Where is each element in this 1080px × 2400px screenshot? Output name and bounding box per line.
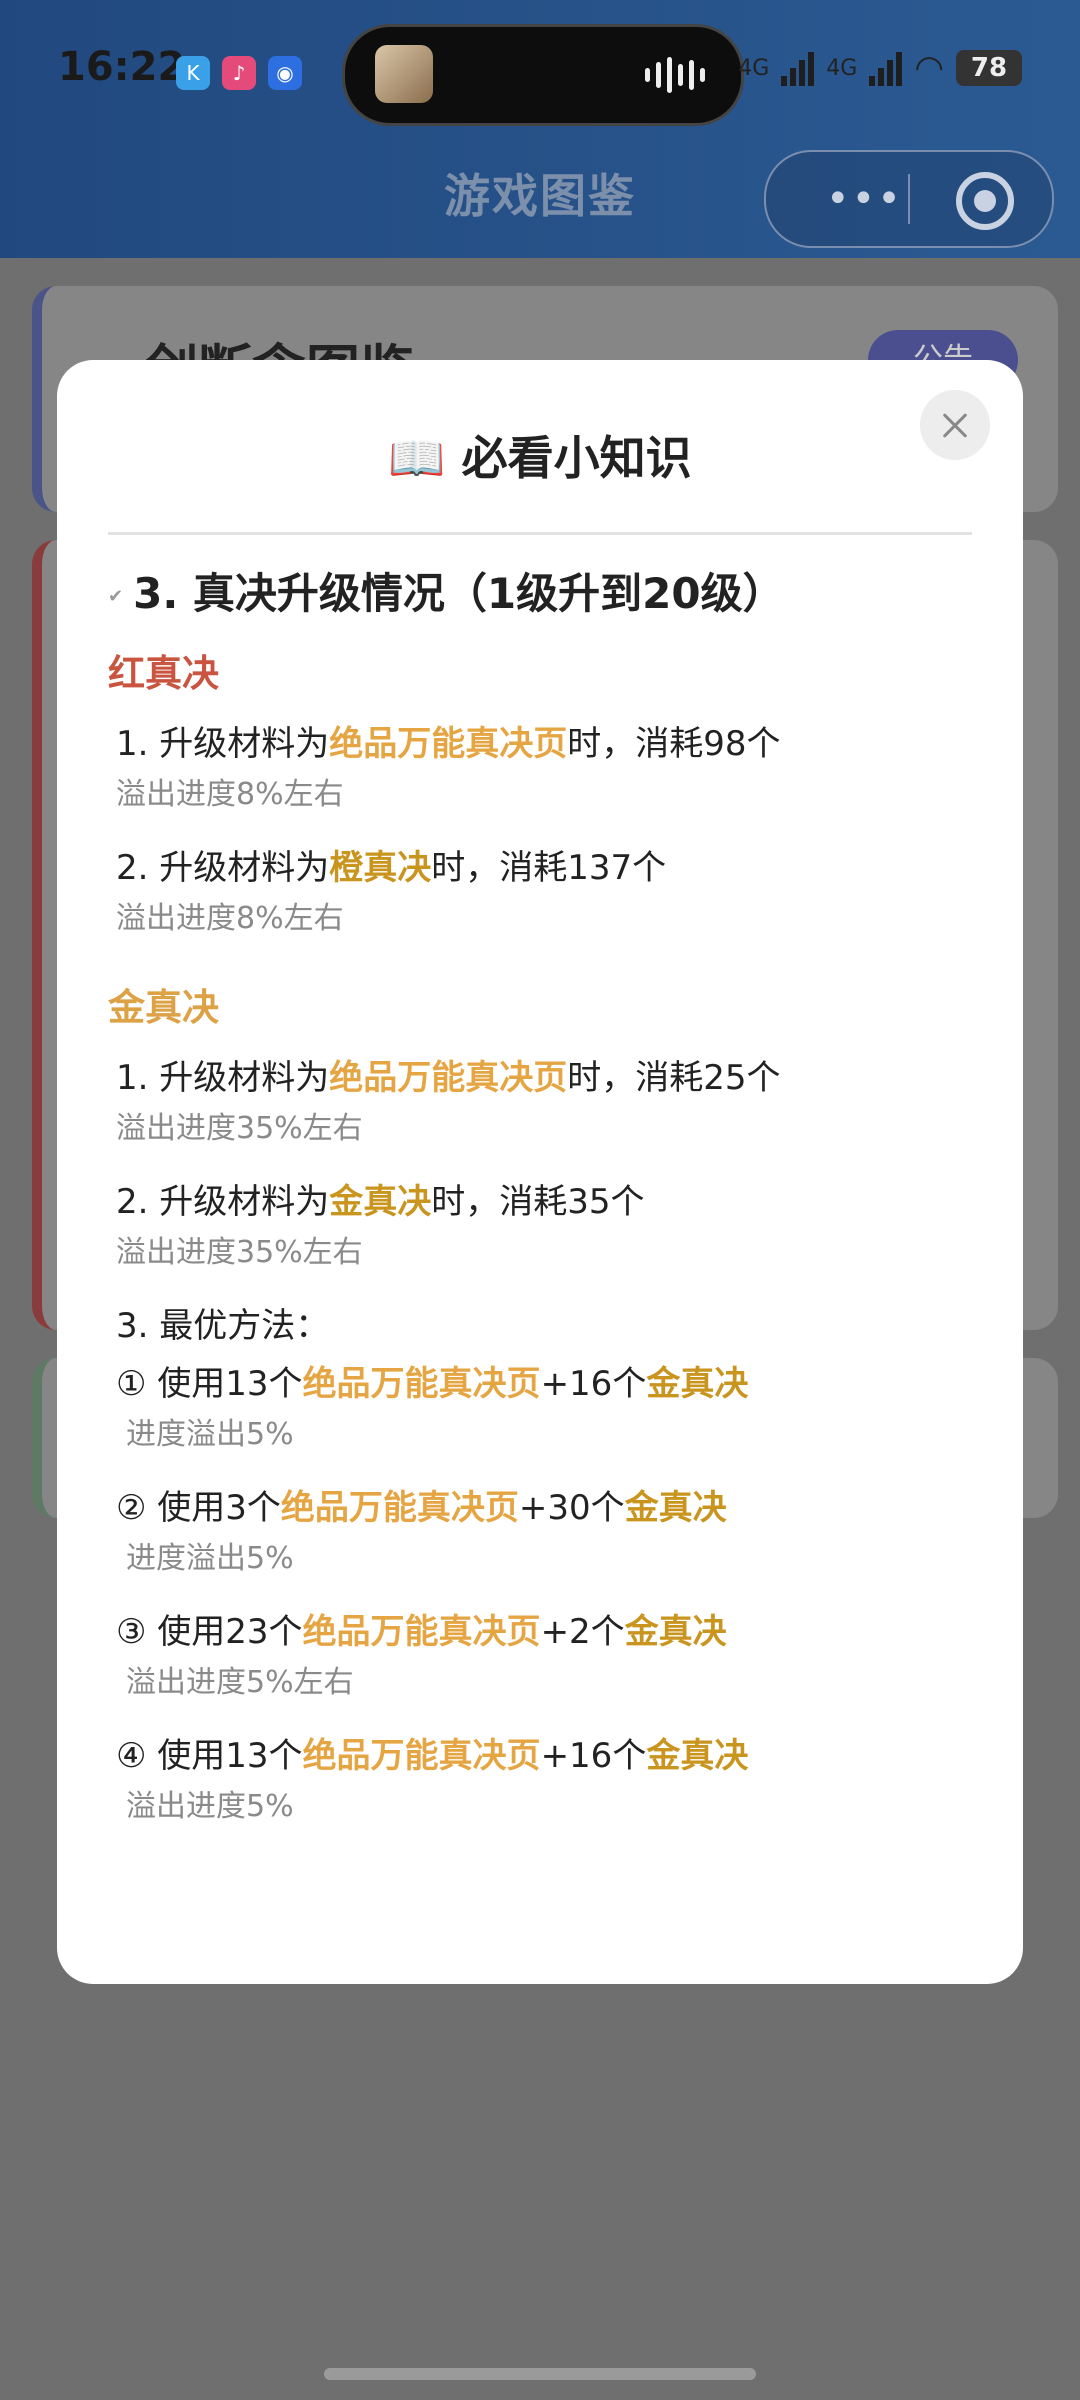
modal-content: ✔ 3. 真决升级情况（1级升到20级） 红真决 1. 升级材料为绝品万能真决页时…	[108, 560, 972, 1857]
network-label-1: 4G	[738, 55, 770, 81]
option-text: ③ 使用23个	[116, 1612, 303, 1652]
broadcast-icon: ◉	[268, 56, 302, 90]
title-bar: 16:22 K ♪ ◉ 4G 4G ◠ 78 游戏图鉴 •••	[0, 0, 1080, 258]
item-text: 时，消耗35个	[431, 1182, 645, 1222]
item-text: 2. 升级材料为	[116, 848, 330, 888]
wifi-icon: ◠	[914, 48, 944, 88]
option-item: ④ 使用13个绝品万能真决页+16个金真决 溢出进度5%	[116, 1733, 972, 1829]
checkmark-icon: ✔	[108, 586, 124, 607]
option-note: 进度溢出5%	[126, 1417, 294, 1452]
tips-modal: 📖 必看小知识 ✔ 3. 真决升级情况（1级升到20级） 红真决 1. 升级材料为…	[57, 360, 1023, 1984]
item-text: 1. 升级材料为	[116, 1058, 330, 1098]
list-item: 1. 升级材料为绝品万能真决页时，消耗25个 溢出进度35%左右	[116, 1055, 972, 1151]
music-app-icon: ♪	[222, 56, 256, 90]
section-heading-text: 3. 真决升级情况（1级升到20级）	[133, 569, 785, 618]
item-note: 溢出进度35%左右	[116, 1235, 363, 1270]
option-text: ① 使用13个	[116, 1364, 303, 1404]
option-text: +16个	[540, 1736, 647, 1776]
close-button[interactable]	[920, 390, 990, 460]
item-highlight: 绝品万能真决页	[329, 1058, 568, 1098]
gold-zhenjue-label: 金真决	[108, 986, 219, 1029]
item-note: 溢出进度8%左右	[116, 901, 344, 936]
option-text: +30个	[518, 1488, 625, 1528]
dynamic-island[interactable]	[342, 24, 744, 126]
option-highlight: 金真决	[624, 1612, 727, 1652]
section-heading: ✔ 3. 真决升级情况（1级升到20级）	[108, 560, 972, 621]
miniprogram-capsule: •••	[764, 150, 1054, 248]
option-item: ② 使用3个绝品万能真决页+30个金真决 进度溢出5%	[116, 1485, 972, 1581]
option-text: +16个	[540, 1364, 647, 1404]
option-highlight: 金真决	[624, 1488, 727, 1528]
item-text: 时，消耗137个	[431, 848, 667, 888]
option-highlight: 绝品万能真决页	[302, 1612, 541, 1652]
item-highlight: 橙真决	[329, 848, 432, 888]
option-highlight: 金真决	[646, 1364, 749, 1404]
option-highlight: 金真决	[646, 1736, 749, 1776]
option-note: 进度溢出5%	[126, 1541, 294, 1576]
option-highlight: 绝品万能真决页	[302, 1364, 541, 1404]
red-zhenjue-label: 红真决	[108, 652, 219, 695]
network-label-2: 4G	[826, 55, 858, 81]
album-art-thumbnail	[375, 45, 433, 103]
list-item: 1. 升级材料为绝品万能真决页时，消耗98个 溢出进度8%左右	[116, 721, 972, 817]
item-text: 1. 升级材料为	[116, 724, 330, 764]
item-highlight: 金真决	[329, 1182, 432, 1222]
more-menu-icon[interactable]: •••	[826, 179, 903, 219]
capsule-divider	[908, 174, 910, 224]
option-item: ① 使用13个绝品万能真决页+16个金真决 进度溢出5%	[116, 1361, 972, 1457]
status-time: 16:22	[58, 44, 186, 90]
signal-icon	[781, 50, 815, 86]
modal-divider	[108, 532, 972, 535]
modal-title: 📖 必看小知识	[388, 431, 692, 485]
option-item: ③ 使用23个绝品万能真决页+2个金真决 溢出进度5%左右	[116, 1609, 972, 1705]
item-text: 时，消耗25个	[567, 1058, 781, 1098]
option-note: 溢出进度5%左右	[126, 1665, 354, 1700]
option-text: ④ 使用13个	[116, 1736, 303, 1776]
option-note: 溢出进度5%	[126, 1789, 294, 1824]
item-text: 2. 升级材料为	[116, 1182, 330, 1222]
close-miniprogram-icon[interactable]	[956, 172, 1014, 230]
item-note: 溢出进度8%左右	[116, 777, 344, 812]
audio-wave-icon	[645, 57, 705, 93]
status-indicators: 4G 4G ◠ 78	[738, 48, 1022, 88]
app-k-icon: K	[176, 56, 210, 90]
signal-icon-2	[869, 50, 903, 86]
option-text: ② 使用3个	[116, 1488, 281, 1528]
home-indicator[interactable]	[324, 2368, 756, 2380]
option-highlight: 绝品万能真决页	[280, 1488, 519, 1528]
item-highlight: 绝品万能真决页	[329, 724, 568, 764]
item-note: 溢出进度35%左右	[116, 1111, 363, 1146]
list-item: 2. 升级材料为金真决时，消耗35个 溢出进度35%左右	[116, 1179, 972, 1275]
list-item: 2. 升级材料为橙真决时，消耗137个 溢出进度8%左右	[116, 845, 972, 941]
option-text: +2个	[540, 1612, 625, 1652]
best-method-label: 3. 最优方法：	[116, 1306, 330, 1346]
battery-indicator: 78	[956, 50, 1022, 86]
option-highlight: 绝品万能真决页	[302, 1736, 541, 1776]
item-text: 时，消耗98个	[567, 724, 781, 764]
